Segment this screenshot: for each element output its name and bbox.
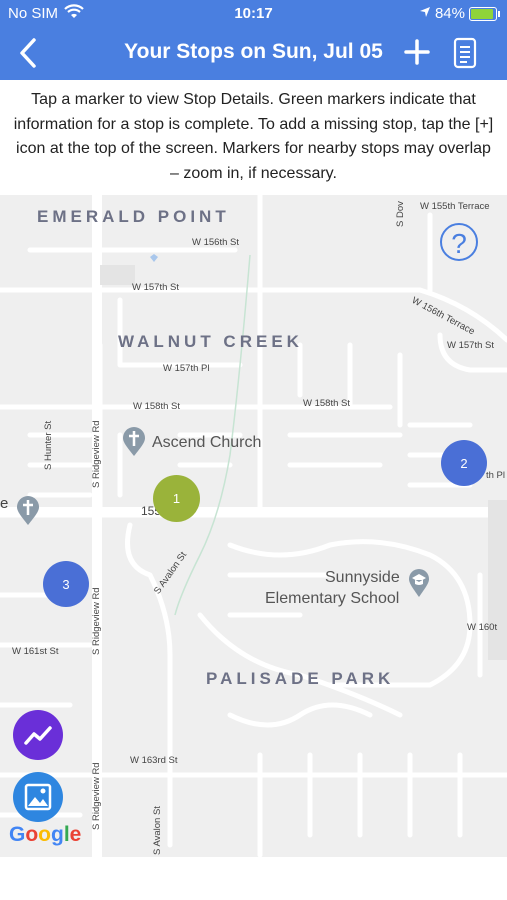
street-label: S Ridgeview Rd xyxy=(91,587,102,655)
stop-marker-2[interactable]: 2 xyxy=(441,440,487,486)
street-label: W 161st St xyxy=(12,646,59,657)
school-pin-icon xyxy=(408,568,430,603)
trend-chart-icon xyxy=(24,726,52,745)
nav-row: Your Stops on Sun, Jul 05 xyxy=(0,30,507,76)
road-network xyxy=(0,195,507,857)
street-label: S Ridgeview Rd xyxy=(91,420,102,488)
stop-marker-1[interactable]: 1 xyxy=(153,475,200,522)
street-label: W 157th St xyxy=(132,282,179,293)
church-pin-icon xyxy=(122,427,146,462)
area-label-palisade-park: PALISADE PARK xyxy=(206,669,395,688)
street-label: W 157th Pl xyxy=(163,363,210,374)
battery-icon xyxy=(469,6,500,21)
stop-list-button[interactable] xyxy=(450,36,480,70)
area-label-walnut-creek: WALNUT CREEK xyxy=(118,332,303,351)
street-label: W 155th Terrace xyxy=(420,201,490,212)
street-label: S Hunter St xyxy=(43,420,54,470)
add-stop-button[interactable] xyxy=(400,35,434,69)
status-bar: No SIM 10:17 84% xyxy=(0,0,507,28)
analytics-button[interactable] xyxy=(13,710,63,760)
street-label: W 163rd St xyxy=(130,755,178,766)
street-label: W 158th St xyxy=(303,398,350,409)
battery-percent: 84% xyxy=(434,5,465,22)
street-label: th Pl xyxy=(486,470,506,481)
google-logo-text: Google xyxy=(9,823,82,846)
document-icon xyxy=(453,37,477,69)
street-label: W 158th St xyxy=(133,401,180,412)
street-label: S Avalon St xyxy=(152,806,163,855)
location-arrow-icon xyxy=(419,5,431,22)
poi-school-label-line1: Sunnyside xyxy=(325,569,400,586)
poi-church-label: Ascend Church xyxy=(152,434,262,451)
header-bar: No SIM 10:17 84% Your Stops on Sun, Jul … xyxy=(0,0,507,80)
stop-marker-3[interactable]: 3 xyxy=(43,561,89,607)
street-label: e xyxy=(0,495,9,512)
street-label: W 157th St xyxy=(447,340,494,351)
church-pin-icon xyxy=(16,496,40,531)
poi-school-label-line2: Elementary School xyxy=(265,590,400,607)
map-view[interactable]: EMERALD POINT WALNUT CREEK PALISADE PARK… xyxy=(0,195,507,857)
help-button[interactable]: ? xyxy=(440,223,478,261)
plus-icon xyxy=(404,39,430,65)
street-label: S Dov xyxy=(395,201,406,227)
instructions-text: Tap a marker to view Stop Details. Green… xyxy=(13,91,494,182)
image-icon xyxy=(24,783,52,811)
bottom-strip xyxy=(0,857,507,900)
street-label: W 160t xyxy=(467,622,498,633)
google-logo: Google xyxy=(9,823,81,847)
status-right: 84% xyxy=(419,5,500,22)
street-label: W 156th St xyxy=(192,237,239,248)
area-label-emerald-point: EMERALD POINT xyxy=(37,207,230,226)
photo-button[interactable] xyxy=(13,772,63,822)
street-label: S Ridgeview Rd xyxy=(91,762,102,830)
